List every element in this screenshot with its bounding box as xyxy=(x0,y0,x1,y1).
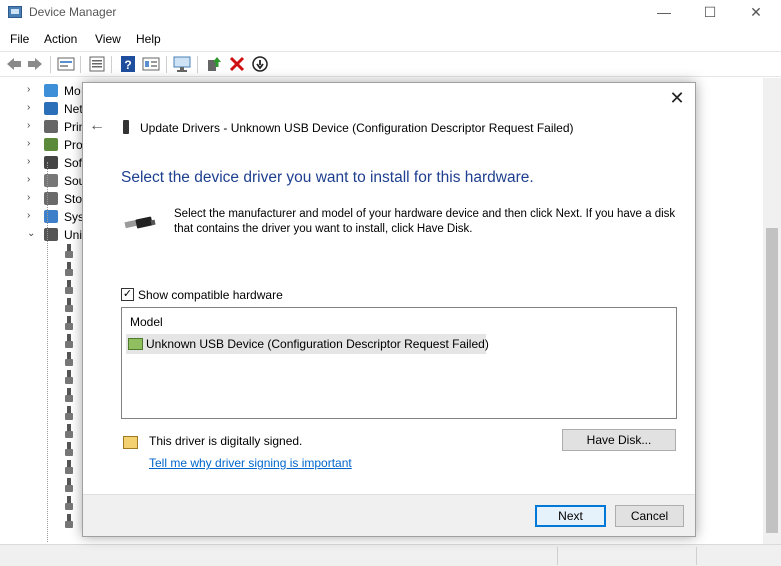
next-button[interactable]: Next xyxy=(535,505,606,527)
menu-file[interactable]: File xyxy=(10,32,29,46)
usb-device-icon[interactable] xyxy=(64,460,74,476)
tree-expander-icon[interactable]: ⌄ xyxy=(27,228,35,239)
cancel-button[interactable]: Cancel xyxy=(615,505,684,527)
tree-category-label: Sof xyxy=(64,156,83,170)
dialog-title: Update Drivers - Unknown USB Device (Con… xyxy=(140,121,574,135)
device-category-icon xyxy=(44,102,58,115)
device-category-icon xyxy=(44,120,58,133)
tree-category-label: Uni xyxy=(64,228,83,242)
details-icon[interactable] xyxy=(88,56,106,72)
menu-help[interactable]: Help xyxy=(136,32,161,46)
toolbar-separator xyxy=(197,56,198,73)
uninstall-icon[interactable] xyxy=(228,56,246,72)
toolbar-separator xyxy=(166,56,167,73)
usb-device-icon[interactable] xyxy=(64,406,74,422)
menu-bar: File Action View Help xyxy=(0,28,781,50)
usb-device-icon[interactable] xyxy=(64,424,74,440)
disable-icon[interactable] xyxy=(251,56,269,72)
device-manager-icon xyxy=(8,6,22,18)
toolbar: ? xyxy=(0,51,781,77)
tree-category-label: Sys xyxy=(64,210,85,224)
status-divider xyxy=(696,547,697,565)
tree-category-label: Mo xyxy=(64,84,81,98)
usb-device-icon[interactable] xyxy=(64,514,74,530)
tree-expander-icon[interactable]: › xyxy=(27,120,30,131)
model-item-label: Unknown USB Device (Configuration Descri… xyxy=(146,337,489,351)
dialog-close-button[interactable]: ✕ xyxy=(665,87,689,111)
tree-expander-icon[interactable]: › xyxy=(27,210,30,221)
usb-device-icon[interactable] xyxy=(64,334,74,350)
tree-category-label: Sto xyxy=(64,192,83,206)
toolbar-separator xyxy=(111,56,112,73)
device-category-icon xyxy=(44,84,58,97)
back-icon[interactable] xyxy=(5,56,23,72)
model-list-item[interactable]: Unknown USB Device (Configuration Descri… xyxy=(126,334,489,354)
show-compatible-label[interactable]: Show compatible hardware xyxy=(138,288,283,302)
usb-device-icon[interactable] xyxy=(64,262,74,278)
tree-connector xyxy=(47,162,48,542)
tree-expander-icon[interactable]: › xyxy=(27,102,30,113)
usb-device-icon[interactable] xyxy=(64,280,74,296)
update-driver-icon[interactable] xyxy=(205,56,223,72)
menu-view[interactable]: View xyxy=(95,32,121,46)
tree-expander-icon[interactable]: › xyxy=(27,174,30,185)
toolbar-separator xyxy=(80,56,81,73)
usb-device-icon[interactable] xyxy=(64,352,74,368)
driver-icon xyxy=(128,338,143,350)
svg-text:?: ? xyxy=(124,58,131,72)
model-list[interactable]: Model Unknown USB Device (Configuration … xyxy=(121,307,677,419)
toolbar-separator xyxy=(50,56,51,73)
signed-status-text: This driver is digitally signed. xyxy=(149,434,303,448)
back-arrow-icon[interactable]: ← xyxy=(89,118,109,136)
usb-device-icon xyxy=(123,120,129,134)
scrollbar-thumb[interactable] xyxy=(766,228,778,533)
menu-action[interactable]: Action xyxy=(44,32,77,46)
usb-device-icon[interactable] xyxy=(64,316,74,332)
tree-expander-icon[interactable]: › xyxy=(27,156,30,167)
usb-device-icon[interactable] xyxy=(64,244,74,260)
usb-plug-icon xyxy=(124,216,156,229)
maximize-button[interactable]: ☐ xyxy=(687,0,733,26)
usb-device-icon[interactable] xyxy=(64,478,74,494)
usb-device-icon[interactable] xyxy=(64,298,74,314)
window-title: Device Manager xyxy=(29,5,117,19)
tree-expander-icon[interactable]: › xyxy=(27,84,30,95)
dialog-footer: Next Cancel xyxy=(83,494,695,536)
scan-icon[interactable] xyxy=(173,56,191,72)
usb-device-icon[interactable] xyxy=(64,496,74,512)
properties-icon[interactable] xyxy=(57,56,75,72)
dialog-description: Select the manufacturer and model of you… xyxy=(174,208,676,235)
model-column-header[interactable]: Model xyxy=(130,315,163,329)
tree-category-label: Net xyxy=(64,102,83,116)
usb-device-icon[interactable] xyxy=(64,370,74,386)
usb-device-icon[interactable] xyxy=(64,388,74,404)
usb-device-icon[interactable] xyxy=(64,442,74,458)
forward-icon[interactable] xyxy=(26,56,44,72)
tree-expander-icon[interactable]: › xyxy=(27,138,30,149)
tree-expander-icon[interactable]: › xyxy=(27,192,30,203)
update-drivers-dialog: ✕ ← Update Drivers - Unknown USB Device … xyxy=(82,82,696,537)
have-disk-button[interactable]: Have Disk... xyxy=(562,429,676,451)
driver-signing-link[interactable]: Tell me why driver signing is important xyxy=(149,456,352,470)
vertical-scrollbar[interactable] xyxy=(763,78,781,544)
minimize-button[interactable]: — xyxy=(641,0,687,26)
device-category-icon xyxy=(44,138,58,151)
view-icon[interactable] xyxy=(142,56,160,72)
tree-category-label: Pro xyxy=(64,138,83,152)
signed-driver-icon xyxy=(123,436,138,449)
show-compatible-checkbox[interactable]: ✓ xyxy=(121,288,134,301)
status-bar xyxy=(0,544,781,566)
help-icon[interactable]: ? xyxy=(119,56,137,72)
title-bar: Device Manager — ☐ ✕ xyxy=(0,0,781,26)
dialog-heading: Select the device driver you want to ins… xyxy=(121,169,534,186)
status-divider xyxy=(557,547,558,565)
close-button[interactable]: ✕ xyxy=(733,0,779,26)
